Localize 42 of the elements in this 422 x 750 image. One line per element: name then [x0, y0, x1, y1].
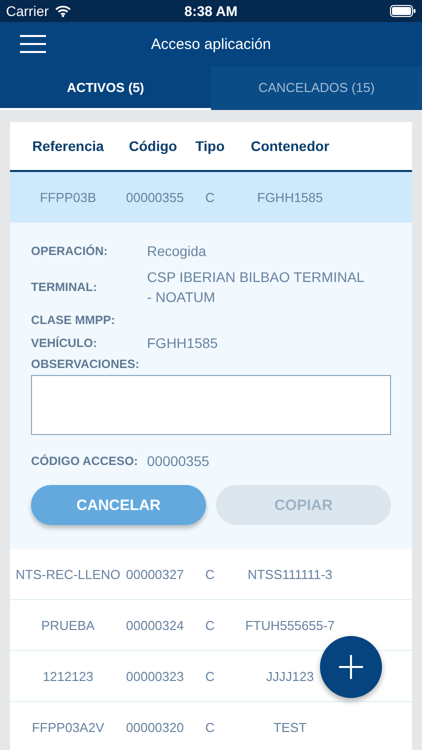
field-label: CÓDIGO ACCESO:: [31, 454, 139, 468]
field-value: FGHH1585: [147, 334, 219, 353]
menu-icon[interactable]: [20, 35, 46, 53]
column-header: Contenedor: [250, 138, 330, 154]
table-row[interactable]: FFPP03A2V 00000320 C TEST: [10, 702, 412, 750]
tab[interactable]: CANCELADOS (15): [211, 66, 422, 110]
field-label: OBSERVACIONES:: [31, 357, 140, 371]
table-row[interactable]: FFPP03B 00000355 C FGHH1585: [10, 172, 412, 223]
field-value: Recogida: [147, 242, 208, 261]
screen-title: Acceso aplicación: [150, 36, 272, 52]
table-cell-text: 1212123: [42, 668, 94, 684]
table-cell-text: PRUEBA: [40, 618, 96, 632]
column-header: Tipo: [194, 138, 226, 154]
field-label: TERMINAL:: [31, 280, 98, 294]
carrier-label: Carrier: [6, 3, 49, 19]
battery-icon: [390, 5, 416, 17]
field-value: 00000355: [147, 452, 210, 471]
field-value: CSP IBERIAN BILBAO TERMINAL - NOATUM: [147, 268, 365, 307]
plus-icon: [338, 654, 364, 680]
table-cell-text: C: [204, 618, 216, 632]
wifi-icon: [54, 5, 71, 17]
field-label: OPERACIÓN:: [31, 244, 109, 258]
table-cell-text: C: [204, 720, 216, 734]
column-header: Código: [128, 138, 178, 154]
column-header: Referencia: [31, 138, 105, 154]
table-cell-text: C: [204, 566, 216, 582]
observations-field[interactable]: [31, 375, 391, 435]
table-cell-text: NTSS111111-3: [246, 566, 334, 582]
table-cell-text: C: [204, 190, 216, 204]
table-cell-text: NTS-REC-LLENO: [14, 566, 122, 582]
table-cell-text: FFPP03B: [38, 190, 98, 204]
time-label: 8:38 AM: [183, 3, 239, 19]
table-cell-text: TEST: [272, 720, 308, 734]
field-label: CLASE MMPP:: [31, 313, 116, 327]
table-row[interactable]: NTS-REC-LLENO 00000327 C NTSS111111-3: [10, 549, 412, 600]
table-cell-text: FTUH555655-7: [244, 618, 336, 632]
action-button[interactable]: CANCELAR: [31, 485, 206, 525]
table-cell-text: C: [204, 668, 216, 684]
table-cell-text: FFPP03A2V: [30, 720, 106, 734]
table-cell-text: JJJJ123: [265, 668, 315, 684]
table-cell-text: FGHH1585: [256, 190, 324, 204]
field-label: VEHÍCULO:: [31, 336, 98, 350]
